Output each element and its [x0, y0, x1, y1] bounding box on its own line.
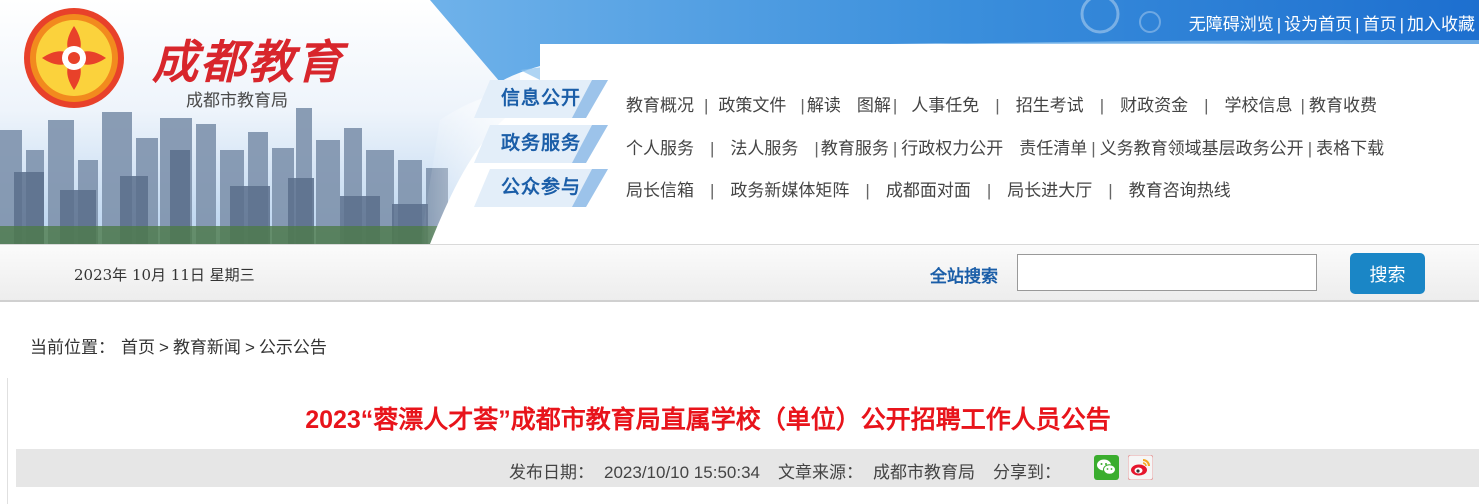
nav-link[interactable]: 成都面对面	[886, 181, 971, 200]
breadcrumb: 当前位置： 首页 > 教育新闻 > 公示公告	[30, 333, 327, 358]
breadcrumb-separator: >	[244, 338, 255, 357]
separator: |	[995, 96, 1000, 115]
nav-link[interactable]: 人事任免	[911, 96, 979, 115]
article-meta: 发布日期： 2023/10/10 15:50:34 文章来源： 成都市教育局 分享到：	[509, 458, 1061, 483]
nav-link[interactable]: 局长进大厅	[1007, 181, 1092, 200]
source-value: 成都市教育局	[872, 463, 975, 482]
separator: |	[1300, 96, 1305, 115]
nav-link[interactable]: 教育收费	[1309, 96, 1377, 115]
separator: |	[1399, 15, 1404, 34]
nav-link[interactable]: 义务教育领域基层政务公开	[1100, 139, 1304, 158]
logo-emblem[interactable]	[22, 6, 126, 110]
accessibility-link[interactable]: 无障碍浏览	[1189, 15, 1274, 34]
nav-link[interactable]: 学校信息	[1225, 96, 1293, 115]
site-header: 成都教育 成都市教育局 无障碍浏览 | 设为首页 | 首页 | 加入收藏 信息公开 政务服务…	[0, 0, 1479, 244]
breadcrumb-education-news[interactable]: 教育新闻	[173, 338, 241, 357]
separator: |	[800, 96, 805, 115]
tab-label: 信息公开	[500, 88, 581, 109]
nav-link[interactable]: 责任清单	[1019, 139, 1087, 158]
nav-link[interactable]: 政务新媒体矩阵	[730, 181, 849, 200]
nav-link[interactable]: 表格下载	[1316, 139, 1384, 158]
article-meta-bar: 发布日期： 2023/10/10 15:50:34 文章来源： 成都市教育局 分享到：	[16, 449, 1479, 487]
share-label: 分享到：	[992, 463, 1061, 482]
breadcrumb-home[interactable]: 首页	[121, 338, 155, 357]
nav-link[interactable]: 行政权力公开	[901, 139, 1003, 158]
article: 2023“蓉漂人才荟”成都市教育局直属学校（单位）公开招聘工作人员公告 发布日期…	[7, 378, 1479, 504]
separator: |	[865, 181, 870, 200]
separator: |	[986, 181, 992, 200]
separator: |	[1204, 96, 1209, 115]
wechat-icon[interactable]	[1094, 455, 1119, 480]
separator: |	[1108, 181, 1113, 200]
separator: |	[1099, 96, 1105, 115]
site-title[interactable]: 成都教育	[152, 26, 344, 92]
search-button[interactable]: 搜索	[1350, 253, 1425, 294]
nav-link[interactable]: 财政资金	[1120, 96, 1188, 115]
search-bar: 2023年 10月 11日 星期三 全站搜索 搜索	[0, 244, 1479, 302]
weibo-icon[interactable]	[1128, 455, 1153, 480]
publish-date: 2023/10/10 15:50:34	[604, 463, 760, 482]
tab-label: 公众参与	[500, 177, 581, 198]
article-title: 2023“蓉漂人才荟”成都市教育局直属学校（单位）公开招聘工作人员公告	[305, 406, 1111, 434]
set-homepage-link[interactable]: 设为首页	[1284, 15, 1352, 34]
nav-link[interactable]: 教育概况	[626, 96, 694, 115]
separator: |	[1355, 15, 1360, 34]
nav-row-services: 个人服务 | 法人服务 | 教育服务 | 行政权力公开 责任清单 | 义务教育领域基层政务公开 | 表…	[626, 134, 1384, 159]
breadcrumb-separator: >	[159, 338, 169, 357]
separator: |	[892, 96, 898, 115]
top-links: 无障碍浏览 | 设为首页 | 首页 | 加入收藏	[1189, 10, 1475, 35]
separator: |	[710, 181, 715, 200]
separator: |	[1091, 139, 1096, 158]
nav-link[interactable]: 解读	[807, 96, 841, 115]
current-date: 2023年 10月 11日 星期三	[74, 266, 255, 284]
separator: |	[814, 139, 819, 158]
separator: |	[1307, 139, 1313, 158]
nav-link[interactable]: 教育咨询热线	[1129, 181, 1231, 200]
home-link[interactable]: 首页	[1363, 15, 1397, 34]
search-input[interactable]	[1017, 254, 1317, 291]
breadcrumb-announcements[interactable]: 公示公告	[259, 338, 327, 357]
nav-link[interactable]: 局长信箱	[626, 181, 694, 200]
tab-info-disclosure[interactable]: 信息公开	[474, 80, 608, 118]
nav-link[interactable]: 招生考试	[1016, 96, 1084, 115]
nav-link[interactable]: 法人服务	[730, 139, 798, 158]
nav-row-info: 教育概况 | 政策文件 | 解读 图解 | 人事任免 | 招生考试 | 财政资金 | 学校信息 | 教育收费	[626, 91, 1377, 116]
nav-link[interactable]: 图解	[857, 96, 891, 115]
site-subtitle: 成都市教育局	[186, 91, 288, 110]
tab-label: 政务服务	[500, 133, 581, 154]
source-label: 文章来源：	[777, 463, 863, 482]
nav-row-participation: 局长信箱 | 政务新媒体矩阵 | 成都面对面 | 局长进大厅 | 教育咨询热线	[626, 176, 1231, 201]
tab-public-participation[interactable]: 公众参与	[474, 169, 608, 207]
nav-link[interactable]: 个人服务	[626, 139, 694, 158]
nav-link[interactable]: 教育服务	[821, 139, 889, 158]
separator: |	[1276, 15, 1282, 34]
add-favorite-link[interactable]: 加入收藏	[1407, 15, 1475, 34]
search-label: 全站搜索	[930, 267, 998, 286]
publish-label: 发布日期：	[509, 463, 594, 482]
separator: |	[892, 139, 898, 158]
separator: |	[710, 139, 715, 158]
breadcrumb-prefix: 当前位置：	[30, 338, 115, 357]
nav-link[interactable]: 政策文件	[718, 96, 786, 115]
tab-government-services[interactable]: 政务服务	[474, 125, 608, 163]
separator: |	[704, 96, 709, 115]
